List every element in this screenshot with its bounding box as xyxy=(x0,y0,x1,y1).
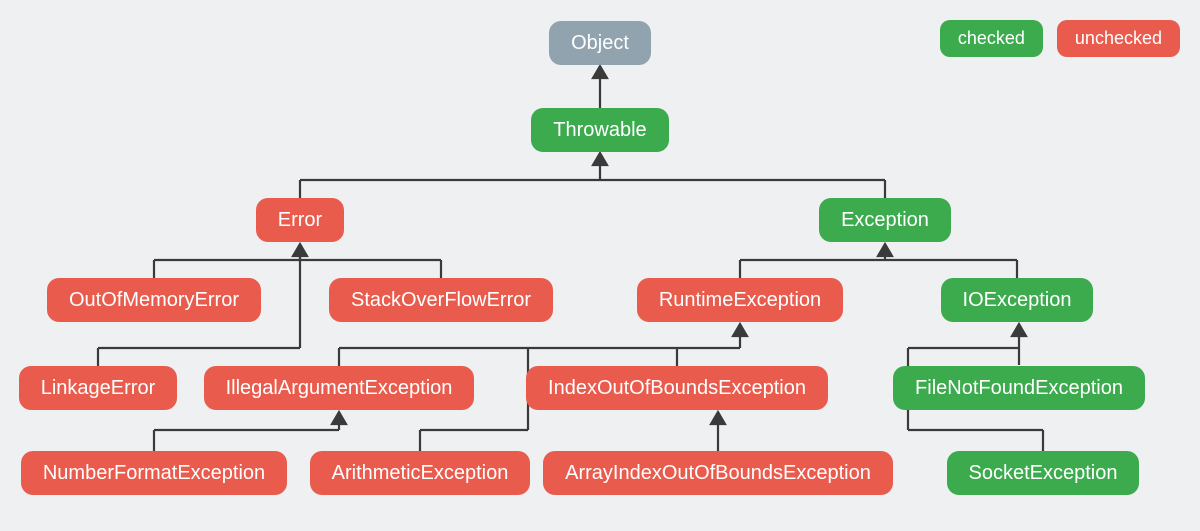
node-io-exception: IOException xyxy=(941,278,1094,322)
node-index-out-of-bounds-exception: IndexOutOfBoundsException xyxy=(526,366,828,410)
legend: checked unchecked xyxy=(940,20,1180,57)
node-stack-overflow-error: StackOverFlowError xyxy=(329,278,553,322)
node-linkage-error: LinkageError xyxy=(19,366,178,410)
node-error: Error xyxy=(256,198,344,242)
node-throwable: Throwable xyxy=(531,108,668,152)
legend-unchecked: unchecked xyxy=(1057,20,1180,57)
diagram-canvas: checked unchecked Object Throwable Error… xyxy=(0,0,1200,531)
node-array-index-out-of-bounds-exception: ArrayIndexOutOfBoundsException xyxy=(543,451,893,495)
node-number-format-exception: NumberFormatException xyxy=(21,451,287,495)
node-out-of-memory-error: OutOfMemoryError xyxy=(47,278,261,322)
node-object: Object xyxy=(549,21,651,65)
node-socket-exception: SocketException xyxy=(947,451,1140,495)
node-illegal-argument-exception: IllegalArgumentException xyxy=(204,366,475,410)
node-runtime-exception: RuntimeException xyxy=(637,278,843,322)
node-file-not-found-exception: FileNotFoundException xyxy=(893,366,1145,410)
node-exception: Exception xyxy=(819,198,951,242)
node-arithmetic-exception: ArithmeticException xyxy=(310,451,531,495)
legend-checked: checked xyxy=(940,20,1043,57)
